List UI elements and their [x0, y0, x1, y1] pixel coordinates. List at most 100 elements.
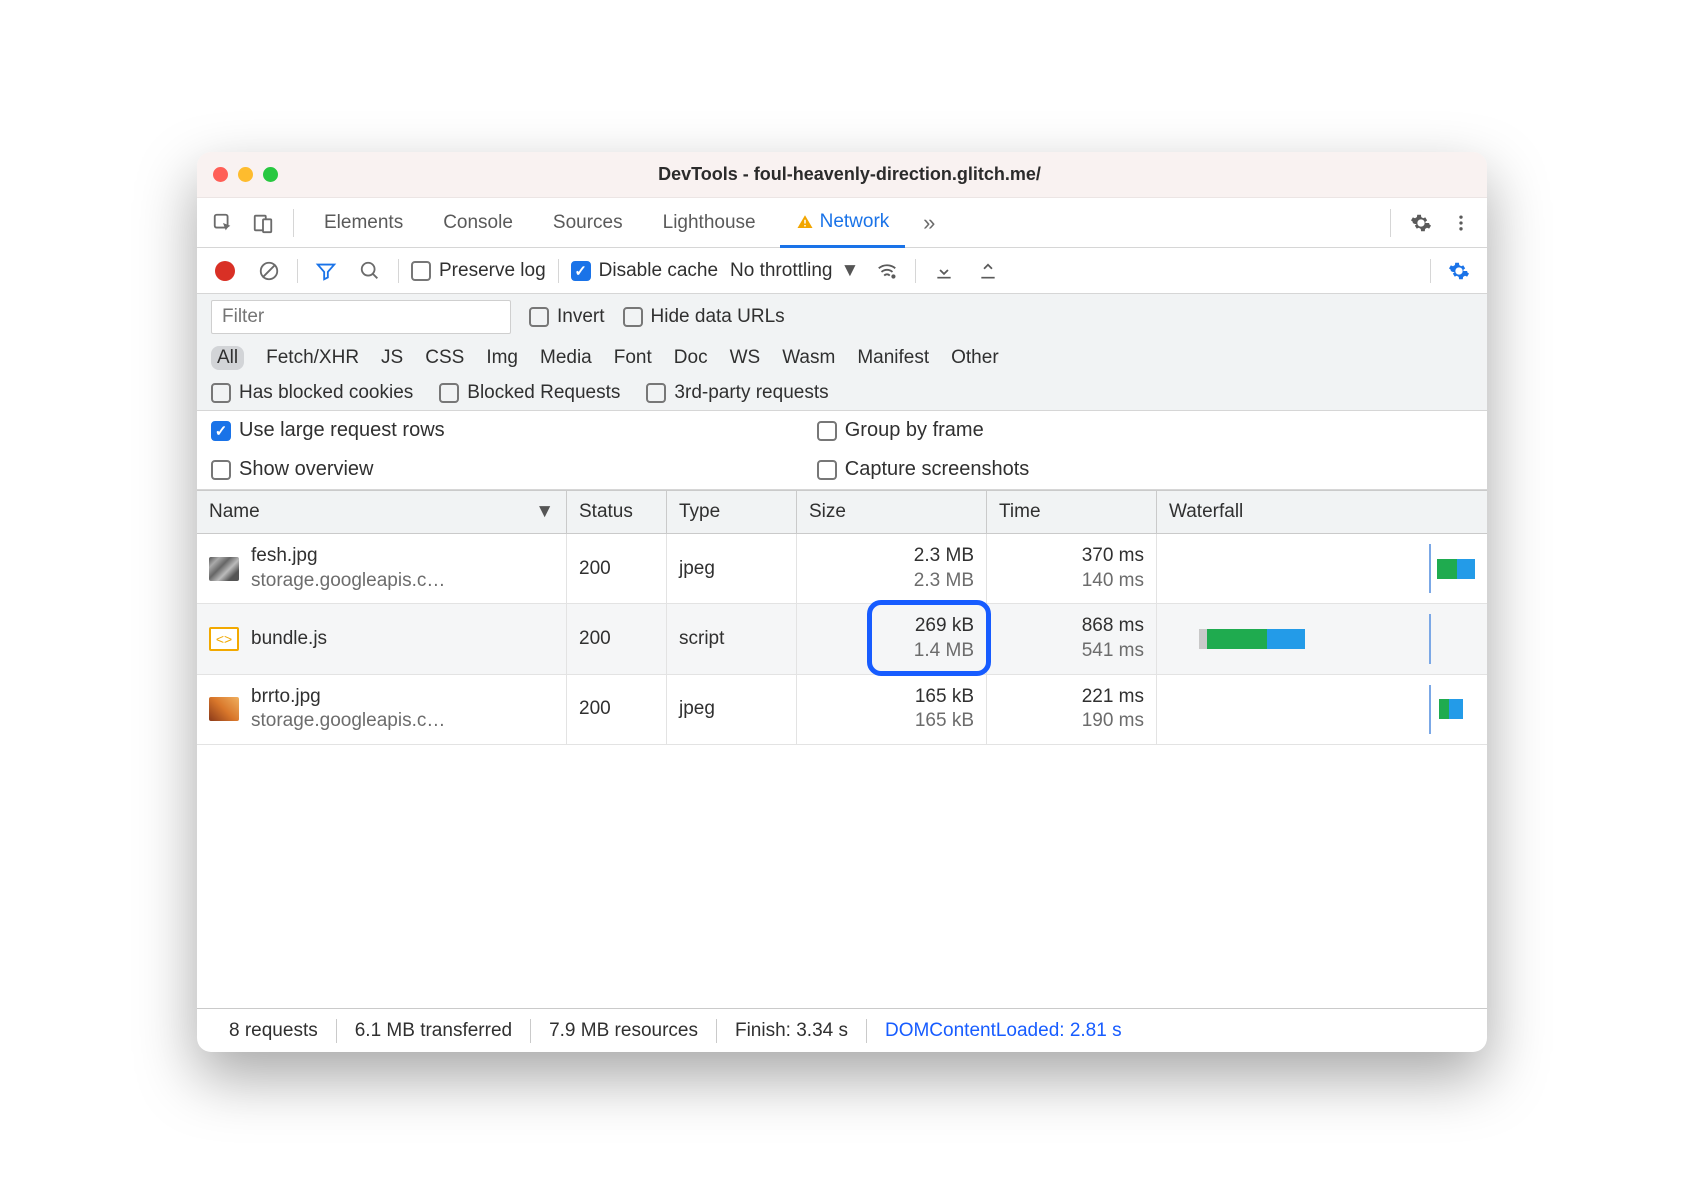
waterfall-bar — [1169, 685, 1463, 734]
separator — [1430, 259, 1431, 283]
type-filter-other[interactable]: Other — [951, 347, 999, 369]
checkbox-label: Group by frame — [845, 419, 984, 442]
request-name: brrto.jpg — [251, 685, 445, 710]
settings-icon[interactable] — [1405, 207, 1437, 239]
size-resource: 1.4 MB — [914, 639, 974, 664]
separator — [915, 259, 916, 283]
request-type: jpeg — [679, 558, 715, 580]
inspect-element-icon[interactable] — [207, 207, 239, 239]
filter-input[interactable] — [211, 300, 511, 334]
requests-table: Name▼ Status Type Size Time Waterfall fe… — [197, 490, 1487, 1008]
col-status[interactable]: Status — [567, 491, 667, 533]
checkbox-label: Has blocked cookies — [239, 382, 413, 404]
request-status: 200 — [579, 558, 611, 580]
type-filter-fetchxhr[interactable]: Fetch/XHR — [266, 347, 359, 369]
checkbox-label: Blocked Requests — [467, 382, 620, 404]
checkbox-label: 3rd-party requests — [674, 382, 828, 404]
titlebar: DevTools - foul-heavenly-direction.glitc… — [197, 152, 1487, 198]
time-latency: 190 ms — [1082, 709, 1144, 734]
request-type: script — [679, 628, 724, 650]
col-waterfall[interactable]: Waterfall — [1157, 491, 1487, 533]
preserve-log-checkbox[interactable]: Preserve log — [411, 260, 546, 282]
tab-sources[interactable]: Sources — [537, 198, 639, 248]
time-total: 370 ms — [1082, 544, 1144, 569]
capture-screenshots-checkbox[interactable]: Capture screenshots — [817, 458, 1423, 481]
type-filter-wasm[interactable]: Wasm — [782, 347, 835, 369]
search-icon[interactable] — [354, 255, 386, 287]
status-resources: 7.9 MB resources — [531, 1020, 716, 1042]
type-filter-font[interactable]: Font — [614, 347, 652, 369]
tab-network[interactable]: Network — [780, 198, 906, 248]
device-toolbar-icon[interactable] — [247, 207, 279, 239]
tab-label: Lighthouse — [663, 212, 756, 234]
zoom-window-button[interactable] — [263, 167, 278, 182]
large-rows-checkbox[interactable]: Use large request rows — [211, 419, 817, 442]
image-thumbnail-icon — [209, 697, 239, 721]
size-resource: 2.3 MB — [914, 569, 974, 594]
table-body[interactable]: fesh.jpgstorage.googleapis.c…200jpeg2.3 … — [197, 534, 1487, 745]
col-name[interactable]: Name▼ — [197, 491, 567, 533]
status-bar: 8 requests 6.1 MB transferred 7.9 MB res… — [197, 1008, 1487, 1052]
throttling-select[interactable]: No throttling ▼ — [730, 260, 859, 282]
type-filter-all[interactable]: All — [211, 346, 244, 370]
checkbox-label: Show overview — [239, 458, 374, 481]
tab-label: Elements — [324, 212, 403, 234]
network-toolbar: Preserve log Disable cache No throttling… — [197, 248, 1487, 294]
has-blocked-cookies-checkbox[interactable]: Has blocked cookies — [211, 382, 413, 404]
minimize-window-button[interactable] — [238, 167, 253, 182]
checkbox-label: Use large request rows — [239, 419, 445, 442]
request-type: jpeg — [679, 698, 715, 720]
separator — [398, 259, 399, 283]
show-overview-checkbox[interactable]: Show overview — [211, 458, 817, 481]
type-filter-js[interactable]: JS — [381, 347, 403, 369]
separator — [558, 259, 559, 283]
size-resource: 165 kB — [915, 709, 974, 734]
tab-elements[interactable]: Elements — [308, 198, 419, 248]
table-row[interactable]: <>bundle.js200script269 kB1.4 MB868 ms54… — [197, 604, 1487, 674]
size-transferred: 269 kB — [914, 614, 974, 639]
group-by-frame-checkbox[interactable]: Group by frame — [817, 419, 1423, 442]
tab-console[interactable]: Console — [427, 198, 529, 248]
blocked-requests-checkbox[interactable]: Blocked Requests — [439, 382, 620, 404]
devtools-window: DevTools - foul-heavenly-direction.glitc… — [197, 152, 1487, 1052]
request-domain: storage.googleapis.c… — [251, 709, 445, 734]
type-filter-doc[interactable]: Doc — [674, 347, 708, 369]
col-time[interactable]: Time — [987, 491, 1157, 533]
time-total: 221 ms — [1082, 685, 1144, 710]
invert-checkbox[interactable]: Invert — [529, 306, 605, 328]
disable-cache-checkbox[interactable]: Disable cache — [571, 260, 718, 282]
tab-lighthouse[interactable]: Lighthouse — [647, 198, 772, 248]
tab-label: Sources — [553, 212, 623, 234]
checkbox-label: Preserve log — [439, 260, 546, 282]
filter-icon[interactable] — [310, 255, 342, 287]
time-latency: 541 ms — [1082, 639, 1144, 664]
third-party-checkbox[interactable]: 3rd-party requests — [646, 382, 828, 404]
col-type[interactable]: Type — [667, 491, 797, 533]
export-har-icon[interactable] — [972, 255, 1004, 287]
status-finish: Finish: 3.34 s — [717, 1020, 866, 1042]
request-status: 200 — [579, 628, 611, 650]
col-size[interactable]: Size — [797, 491, 987, 533]
network-conditions-icon[interactable] — [871, 255, 903, 287]
traffic-lights — [213, 167, 278, 182]
request-name: bundle.js — [251, 627, 327, 652]
table-row[interactable]: fesh.jpgstorage.googleapis.c…200jpeg2.3 … — [197, 534, 1487, 604]
more-tabs-icon[interactable]: » — [913, 207, 945, 239]
type-filter-css[interactable]: CSS — [425, 347, 464, 369]
tab-label: Console — [443, 212, 513, 234]
close-window-button[interactable] — [213, 167, 228, 182]
record-button[interactable] — [209, 255, 241, 287]
type-filter-row: All Fetch/XHR JS CSS Img Media Font Doc … — [197, 340, 1487, 376]
type-filter-img[interactable]: Img — [486, 347, 518, 369]
import-har-icon[interactable] — [928, 255, 960, 287]
hide-data-urls-checkbox[interactable]: Hide data URLs — [623, 306, 785, 328]
time-total: 868 ms — [1082, 614, 1144, 639]
type-filter-media[interactable]: Media — [540, 347, 592, 369]
network-settings-icon[interactable] — [1443, 255, 1475, 287]
kebab-menu-icon[interactable] — [1445, 207, 1477, 239]
table-row[interactable]: brrto.jpgstorage.googleapis.c…200jpeg165… — [197, 675, 1487, 745]
type-filter-manifest[interactable]: Manifest — [857, 347, 929, 369]
clear-icon[interactable] — [253, 255, 285, 287]
sort-desc-icon: ▼ — [535, 501, 554, 523]
type-filter-ws[interactable]: WS — [730, 347, 761, 369]
